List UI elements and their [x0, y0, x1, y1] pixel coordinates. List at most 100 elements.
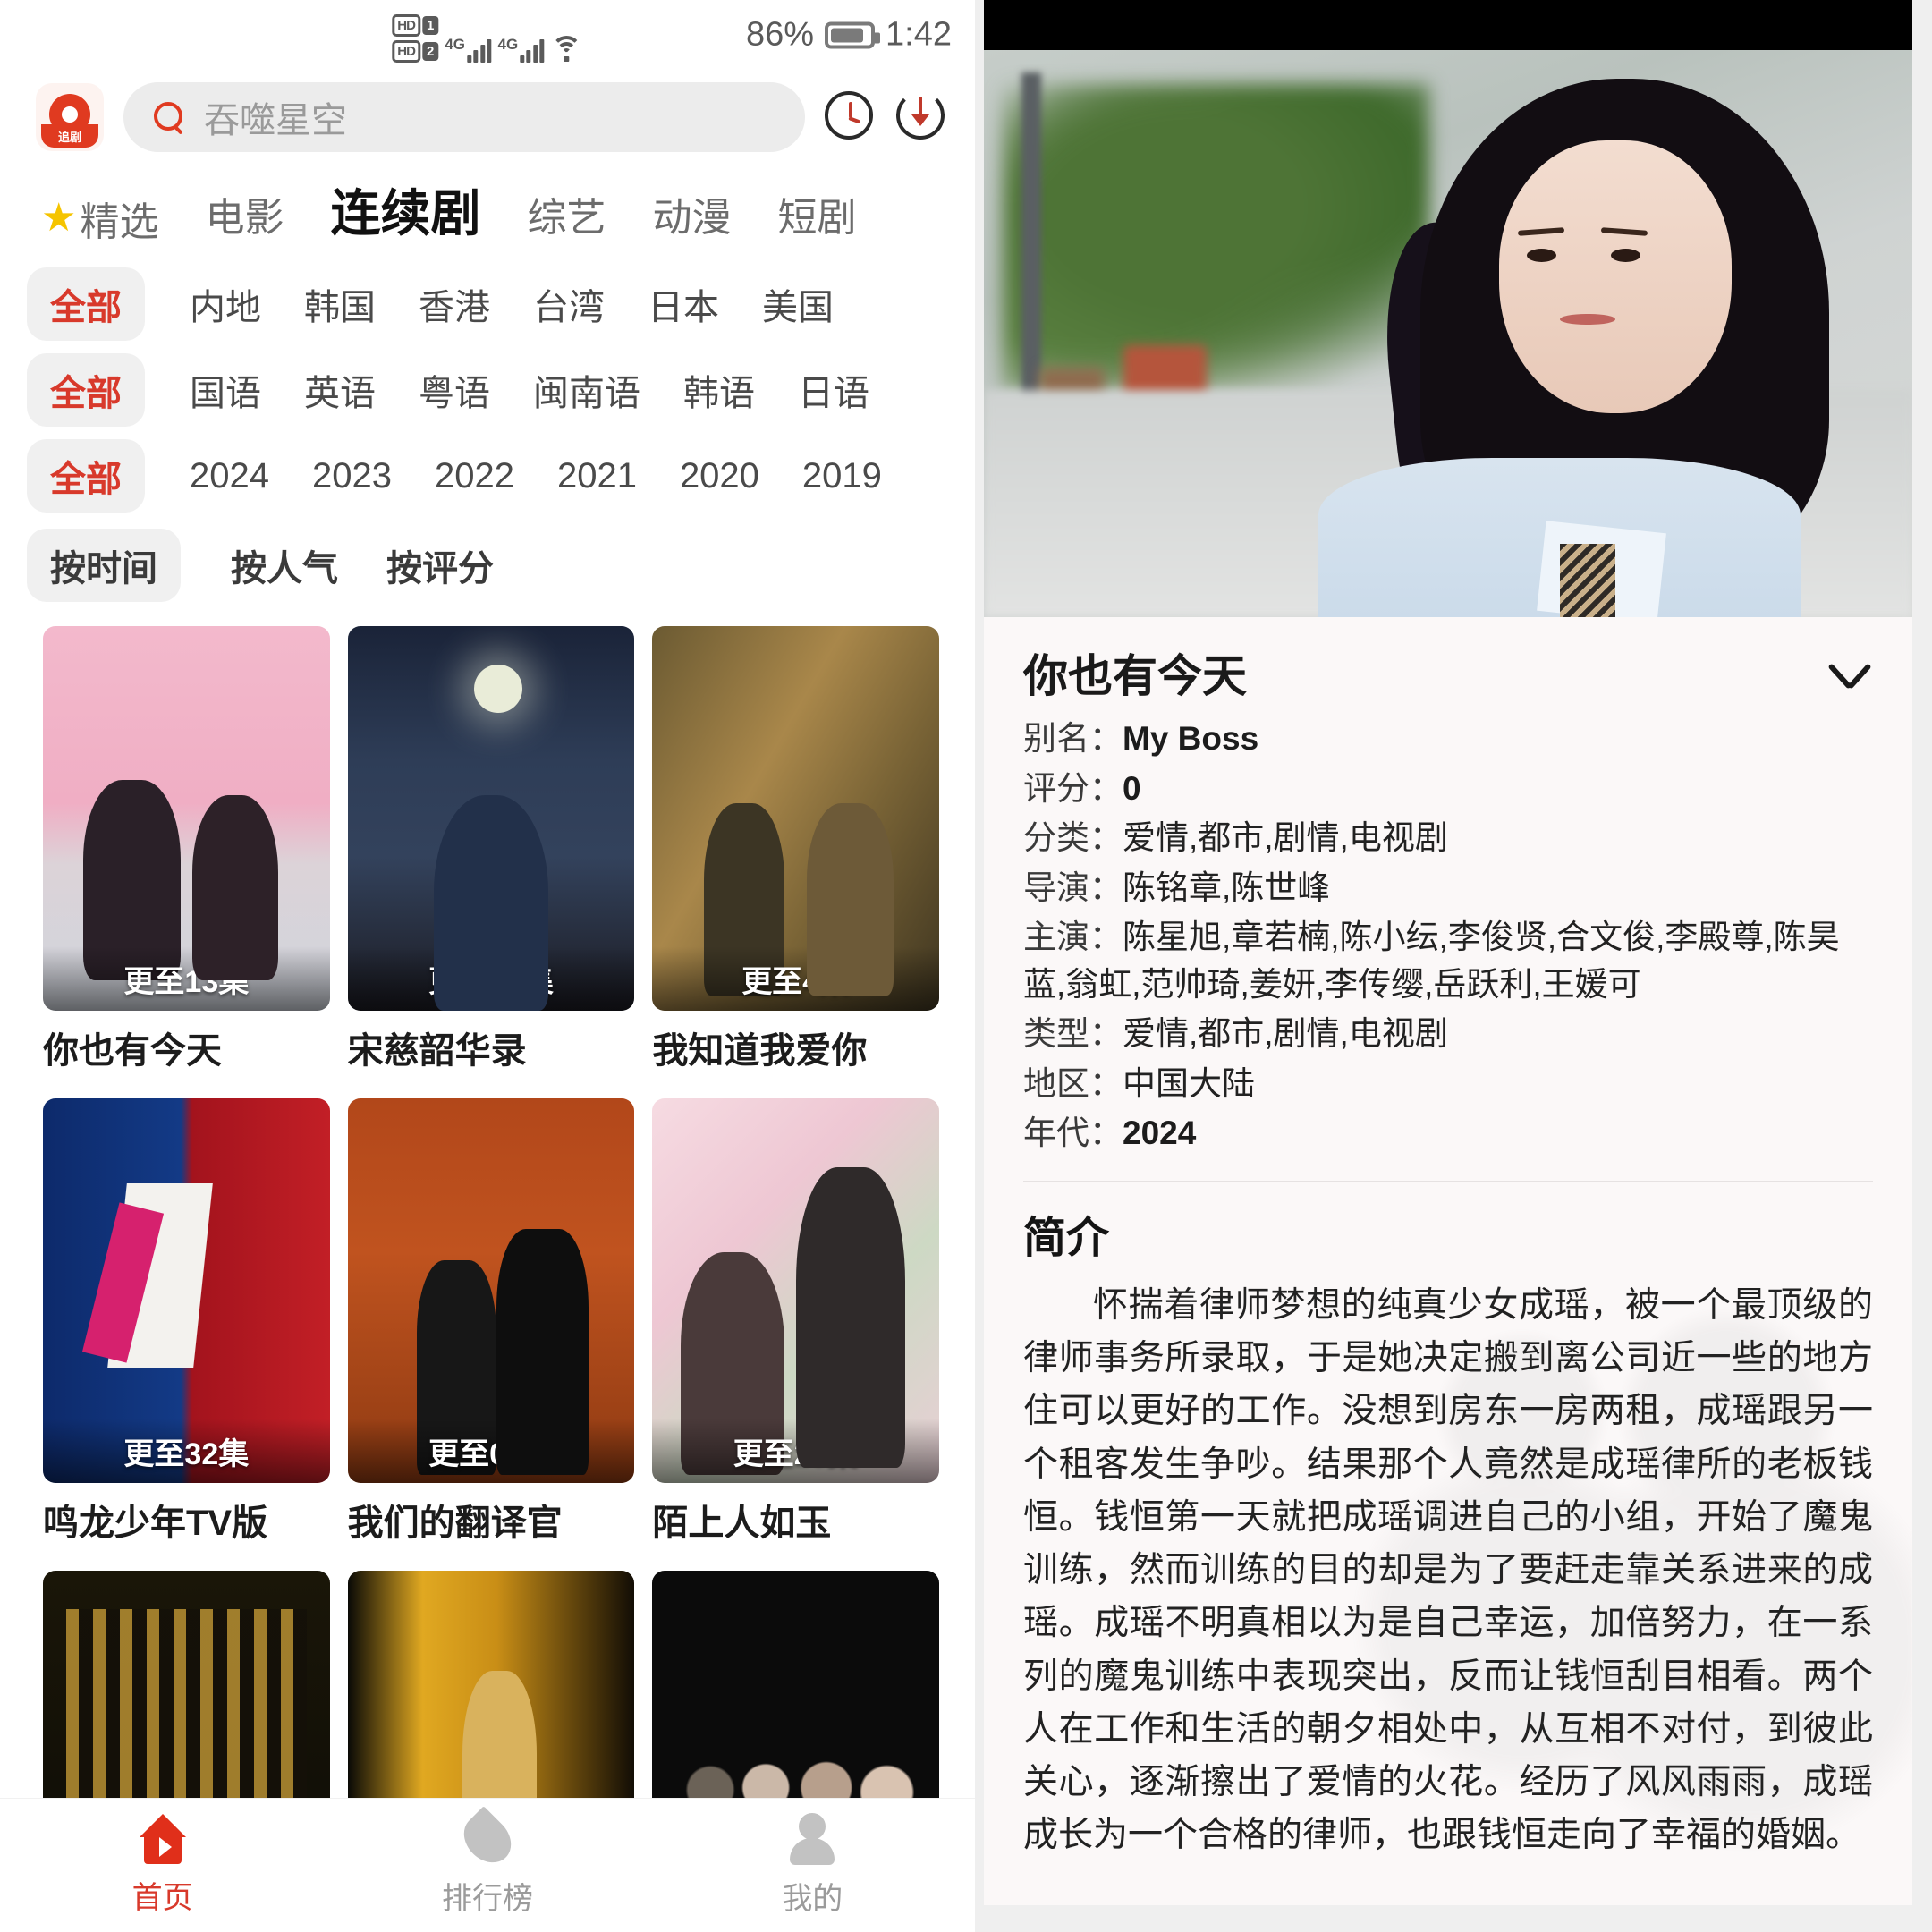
- grid-card[interactable]: [347, 1571, 635, 1798]
- meta-key-alias: 别名：: [1023, 720, 1123, 757]
- filter-year-2024[interactable]: 2024: [186, 445, 273, 507]
- nav-item-profile[interactable]: 我的: [650, 1813, 975, 1918]
- grid-card[interactable]: 更至28集 陌上人如玉: [652, 1098, 939, 1546]
- filter-region-neidi[interactable]: 内地: [186, 267, 265, 341]
- filter-year-2022[interactable]: 2022: [431, 445, 518, 507]
- meta-value-cast: 陈星旭,章若楠,陈小纭,李俊贤,合文俊,李殿尊,陈昊蓝,翁虹,范帅琦,姜妍,李传…: [1023, 919, 1840, 1003]
- search-bar-row: 追剧 吞噬星空: [0, 70, 975, 168]
- grid-card[interactable]: 更至32集 鸣龙少年TV版: [43, 1098, 330, 1546]
- filter-region-hongkong[interactable]: 香港: [415, 267, 494, 341]
- search-icon: [154, 102, 184, 132]
- detail-body: 你也有今天 别名：My Boss 评分：0 分类：爱情,都市,剧情,电视剧 导演…: [984, 617, 1912, 1905]
- filter-language-cantonese[interactable]: 粤语: [415, 353, 494, 427]
- detail-card: 你也有今天 别名：My Boss 评分：0 分类：爱情,都市,剧情,电视剧 导演…: [984, 0, 1912, 1905]
- user-icon: [790, 1813, 835, 1865]
- nav-item-home[interactable]: 首页: [0, 1814, 325, 1917]
- meta-row-cast: 主演：陈星旭,章若楠,陈小纭,李俊贤,合文俊,李殿尊,陈昊蓝,翁虹,范帅琦,姜妍…: [1023, 914, 1873, 1008]
- search-query-text: 吞噬星空: [204, 101, 347, 140]
- filter-year-2019[interactable]: 2019: [799, 445, 886, 507]
- detail-panel: 你也有今天 别名：My Boss 评分：0 分类：爱情,都市,剧情,电视剧 导演…: [975, 0, 1932, 1932]
- download-icon: [896, 91, 945, 140]
- episode-badge: 更至22集: [347, 946, 635, 1011]
- card-title: 你也有今天: [43, 1031, 222, 1071]
- nav-item-ranking[interactable]: 排行榜: [325, 1806, 649, 1918]
- grid-card[interactable]: 更至07集 我们的翻译官: [347, 1098, 635, 1546]
- filter-year-2023[interactable]: 2023: [309, 445, 395, 507]
- sort-by-rating[interactable]: 按评分: [383, 529, 497, 602]
- meta-key-rating: 评分：: [1023, 769, 1123, 807]
- app-logo-icon: 追剧: [36, 83, 104, 151]
- chevron-down-icon[interactable]: [1826, 659, 1873, 686]
- signal-sim1-icon: 4G: [445, 36, 492, 63]
- meta-row-rating: 评分：0: [1023, 766, 1873, 813]
- poster-image: 更至13集: [43, 626, 330, 1011]
- meta-value-type: 爱情,都市,剧情,电视剧: [1123, 1015, 1448, 1053]
- hd2-label: HD: [392, 40, 420, 63]
- meta-value-category: 爱情,都市,剧情,电视剧: [1123, 819, 1448, 857]
- status-bar-signal-group: HD 1 HD 2 4G 4G: [392, 14, 582, 63]
- nav-ranking-label: 排行榜: [441, 1882, 533, 1916]
- meta-value-alias: My Boss: [1123, 720, 1259, 757]
- hd-indicator-group: HD 1 HD 2: [392, 14, 439, 63]
- history-button[interactable]: [825, 91, 877, 143]
- tab-jingxuan-label: 精选: [80, 200, 159, 244]
- nav-profile-label: 我的: [782, 1882, 843, 1916]
- filter-language-japanese[interactable]: 日语: [794, 353, 873, 427]
- sort-by-popularity[interactable]: 按人气: [227, 529, 342, 602]
- poster-image: 更至07集: [347, 1098, 635, 1483]
- nav-home-label: 首页: [131, 1881, 193, 1915]
- meta-value-director: 陈铭章,陈世峰: [1123, 869, 1331, 906]
- meta-row-category: 分类：爱情,都市,剧情,电视剧: [1023, 815, 1873, 862]
- battery-percent-label: 86%: [745, 15, 815, 54]
- detail-metadata: 别名：My Boss 评分：0 分类：爱情,都市,剧情,电视剧 导演：陈铭章,陈…: [1023, 716, 1873, 1157]
- download-button[interactable]: [896, 91, 948, 143]
- episode-badge: 更至13集: [43, 946, 330, 1011]
- tab-jingxuan[interactable]: ★ 精选: [41, 190, 158, 247]
- tab-series[interactable]: 连续剧: [330, 174, 480, 246]
- card-title: 我们的翻译官: [347, 1504, 563, 1543]
- episode-badge: 更至28集: [652, 1419, 939, 1483]
- filter-year-2020[interactable]: 2020: [676, 445, 763, 507]
- browse-panel: HD 1 HD 2 4G 4G 86% 1:42 追剧 吞噬星空 ★ 精选 电影…: [0, 0, 975, 1932]
- filter-year-all[interactable]: 全部: [27, 439, 145, 513]
- hd-sim2-icon: HD 2: [392, 40, 439, 63]
- home-icon: [139, 1814, 186, 1864]
- clock-label: 1:42: [886, 15, 952, 54]
- poster-image: 更至28集: [652, 1098, 939, 1483]
- grid-card[interactable]: 更至22集 宋慈韶华录: [347, 626, 635, 1073]
- grid-card[interactable]: 更至13集 你也有今天: [43, 626, 330, 1073]
- detail-header: 你也有今天: [1023, 640, 1873, 705]
- filter-language-mandarin[interactable]: 国语: [186, 353, 265, 427]
- search-input[interactable]: 吞噬星空: [123, 82, 805, 152]
- sort-by-time[interactable]: 按时间: [27, 529, 181, 602]
- grid-card[interactable]: 更至4集 我知道我爱你: [652, 626, 939, 1073]
- filter-region-taiwan[interactable]: 台湾: [530, 267, 608, 341]
- filter-row-region: 全部 内地 韩国 香港 台湾 日本 美国: [27, 261, 975, 347]
- filter-language-english[interactable]: 英语: [301, 353, 379, 427]
- tab-anime[interactable]: 动漫: [652, 185, 731, 242]
- card-title: 鸣龙少年TV版: [43, 1504, 268, 1543]
- signal-sim2-icon: 4G: [498, 36, 545, 63]
- poster-image: 更至32集: [43, 1098, 330, 1483]
- meta-value-rating: 0: [1123, 769, 1141, 807]
- grid-card[interactable]: [652, 1571, 939, 1798]
- filter-region-all[interactable]: 全部: [27, 267, 145, 341]
- filter-region-korea[interactable]: 韩国: [301, 267, 379, 341]
- network-type-2-label: 4G: [497, 36, 519, 53]
- filter-region-usa[interactable]: 美国: [758, 267, 837, 341]
- clock-icon: [825, 91, 873, 140]
- video-player[interactable]: [984, 0, 1912, 617]
- tab-movies[interactable]: 电影: [205, 185, 284, 242]
- filter-region-japan[interactable]: 日本: [644, 267, 723, 341]
- grid-card[interactable]: [43, 1571, 330, 1798]
- tab-variety[interactable]: 综艺: [527, 185, 606, 242]
- filter-language-korean[interactable]: 韩语: [680, 353, 758, 427]
- hd2-number: 2: [421, 42, 439, 61]
- filter-year-2021[interactable]: 2021: [554, 445, 640, 507]
- poster-image: 更至4集: [652, 626, 939, 1011]
- star-icon: ★: [41, 196, 77, 240]
- filter-language-minnan[interactable]: 闽南语: [530, 353, 644, 427]
- meta-row-year: 年代：2024: [1023, 1110, 1873, 1157]
- tab-shortdrama[interactable]: 短剧: [777, 185, 856, 242]
- filter-language-all[interactable]: 全部: [27, 353, 145, 427]
